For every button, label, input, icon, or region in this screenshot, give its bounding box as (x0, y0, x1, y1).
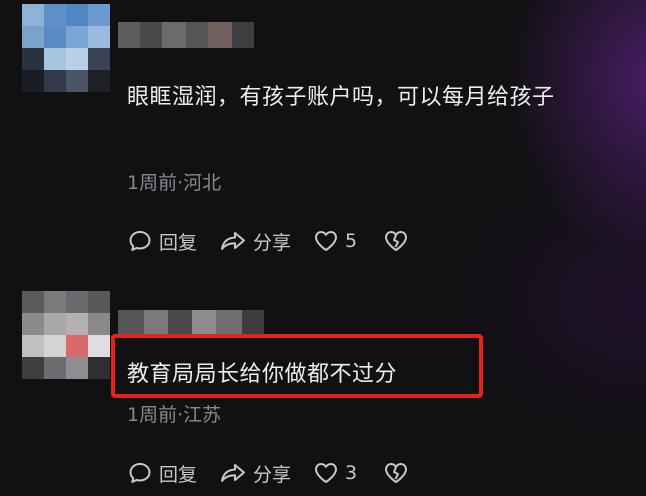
share-button[interactable]: 分享 (219, 228, 291, 255)
reply-button[interactable]: 回复 (127, 460, 197, 487)
dislike-button[interactable] (383, 461, 409, 485)
broken-heart-icon (383, 229, 409, 253)
like-count: 3 (345, 462, 358, 484)
comment-meta: 1周前·江苏 (127, 404, 222, 426)
comment-bubble-icon (127, 460, 153, 486)
comment-meta: 1周前·河北 (127, 172, 222, 194)
highlight-box (111, 334, 483, 398)
heart-icon (313, 461, 339, 485)
like-button[interactable]: 5 (313, 229, 357, 253)
like-count: 5 (345, 230, 358, 252)
comment-bubble-icon (127, 228, 153, 254)
share-button[interactable]: 分享 (219, 460, 291, 487)
like-button[interactable]: 3 (313, 461, 357, 485)
share-arrow-icon (219, 228, 247, 254)
username-blurred[interactable] (118, 310, 264, 336)
reply-label: 回复 (159, 463, 198, 486)
share-arrow-icon (219, 460, 247, 486)
share-label: 分享 (253, 463, 292, 486)
comment-item: 眼眶湿润，有孩子账户吗，可以每月给孩子 1周前·河北 回复 分享 5 (0, 0, 646, 270)
reply-label: 回复 (159, 231, 198, 254)
heart-icon (313, 229, 339, 253)
reply-button[interactable]: 回复 (127, 228, 197, 255)
dislike-button[interactable] (383, 229, 409, 253)
share-label: 分享 (253, 231, 292, 254)
broken-heart-icon (383, 461, 409, 485)
comment-actions: 回复 分享 3 (127, 458, 431, 488)
username-blurred[interactable] (118, 22, 254, 48)
comment-actions: 回复 分享 5 (127, 226, 431, 256)
avatar[interactable] (22, 291, 110, 379)
avatar[interactable] (22, 4, 110, 92)
comment-text: 眼眶湿润，有孩子账户吗，可以每月给孩子 (127, 85, 555, 110)
